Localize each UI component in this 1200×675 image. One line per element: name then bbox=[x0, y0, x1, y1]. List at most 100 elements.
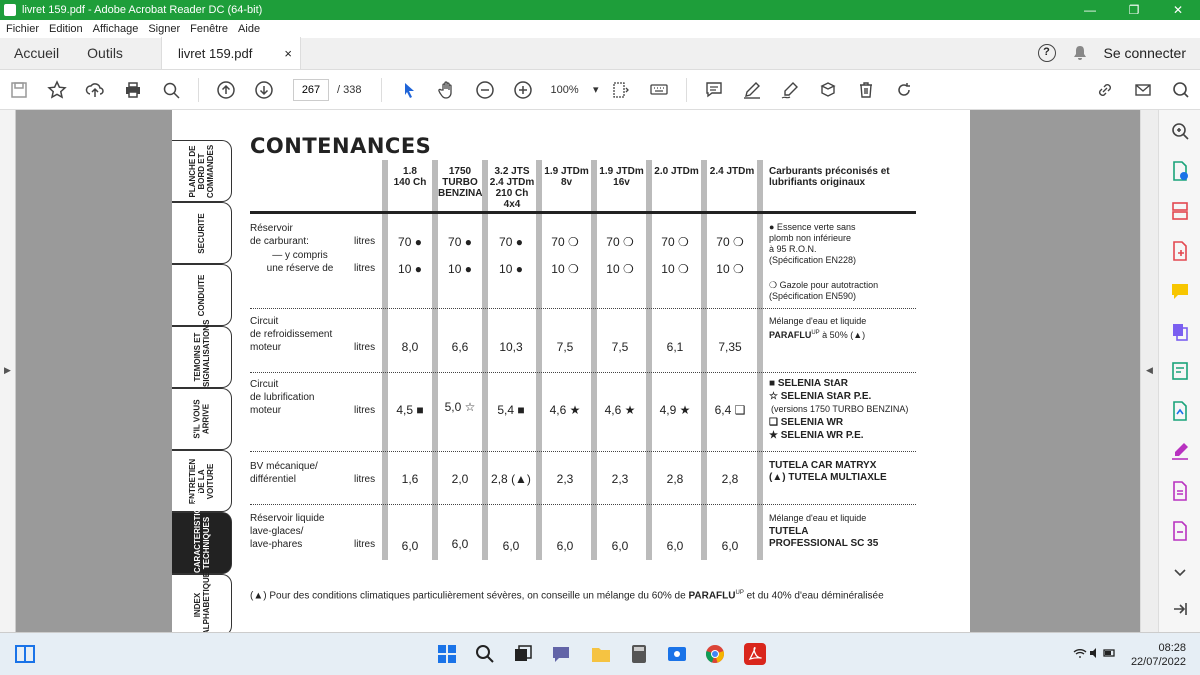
search-user-icon[interactable] bbox=[1162, 70, 1200, 110]
organize-pages-icon[interactable] bbox=[1169, 200, 1191, 222]
zoom-search-icon[interactable] bbox=[1169, 120, 1191, 142]
column-divider bbox=[432, 160, 438, 560]
rotate-icon[interactable] bbox=[885, 70, 923, 110]
close-window-button[interactable]: ✕ bbox=[1156, 0, 1200, 20]
maximize-button[interactable]: ❐ bbox=[1112, 0, 1156, 20]
fill-sign-icon[interactable] bbox=[1169, 400, 1191, 422]
row-separator bbox=[250, 372, 916, 373]
expand-chevron-icon[interactable] bbox=[1169, 562, 1191, 584]
oil-note-selenia-star: ■ SELENIA StAR bbox=[769, 378, 849, 389]
select-cursor-icon[interactable] bbox=[390, 70, 428, 110]
zoom-in-icon[interactable] bbox=[504, 70, 542, 110]
left-panel-toggle[interactable]: ▶ bbox=[0, 110, 16, 632]
oil-note-selenia-star-pe: ☆ SELENIA StAR P.E. bbox=[769, 391, 872, 402]
minimize-button[interactable]: — bbox=[1068, 0, 1112, 20]
zoom-out-icon[interactable] bbox=[466, 70, 504, 110]
link-share-icon[interactable] bbox=[1086, 70, 1124, 110]
menu-affichage[interactable]: Affichage bbox=[93, 23, 139, 35]
help-icon[interactable]: ? bbox=[1037, 44, 1056, 62]
chapter-tab-caracteristiques[interactable]: CARACTERISTIQUES TECHNIQUES bbox=[172, 491, 232, 574]
sign-in-button[interactable]: Se connecter bbox=[1104, 45, 1187, 61]
task-view-icon[interactable] bbox=[14, 643, 36, 665]
coolant-product: PARAFLUUP à 50% (▲) bbox=[769, 330, 866, 340]
menu-fenetre[interactable]: Fenêtre bbox=[190, 23, 228, 35]
unit-litres: litres bbox=[354, 474, 376, 485]
value-cell: 70 ❍ bbox=[716, 235, 744, 249]
taskview-icon[interactable] bbox=[512, 643, 534, 665]
upload-cloud-icon[interactable] bbox=[76, 70, 114, 110]
comment-tool-icon[interactable] bbox=[1169, 280, 1191, 302]
value-cell: 6,1 bbox=[666, 340, 684, 354]
tab-home[interactable]: Accueil bbox=[0, 37, 73, 69]
close-tab-icon[interactable]: × bbox=[284, 46, 292, 61]
teams-chat-icon[interactable] bbox=[550, 643, 572, 665]
photos-icon[interactable] bbox=[666, 643, 688, 665]
stamp-icon[interactable] bbox=[809, 70, 847, 110]
export-pdf-icon[interactable] bbox=[1169, 160, 1191, 182]
sign-pen-icon[interactable] bbox=[771, 70, 809, 110]
bell-icon[interactable] bbox=[1072, 45, 1088, 61]
windows-taskbar: 08:28 22/07/2022 bbox=[0, 632, 1200, 675]
highlight-pen-icon[interactable] bbox=[733, 70, 771, 110]
system-tray[interactable] bbox=[1072, 646, 1116, 663]
collapse-panel-icon[interactable] bbox=[1169, 598, 1191, 620]
keyboard-icon[interactable] bbox=[640, 70, 678, 110]
start-icon[interactable] bbox=[436, 643, 458, 665]
sign-tool-icon[interactable] bbox=[1169, 440, 1191, 462]
calculator-icon[interactable] bbox=[628, 643, 650, 665]
trash-icon[interactable] bbox=[847, 70, 885, 110]
tab-document[interactable]: livret 159.pdf × bbox=[160, 37, 301, 69]
chapter-tab-index[interactable]: INDEX ALPHABETIQUE bbox=[172, 572, 232, 632]
save-icon[interactable] bbox=[0, 70, 38, 110]
menu-fichier[interactable]: Fichier bbox=[6, 23, 39, 35]
star-icon[interactable] bbox=[38, 70, 76, 110]
zoom-level-select[interactable]: 100% ▾ bbox=[542, 79, 602, 101]
menu-aide[interactable]: Aide bbox=[238, 23, 260, 35]
fuel-note-diesel: ❍ Gazole pour autotraction (Spécificatio… bbox=[769, 280, 879, 301]
more-tools-icon[interactable] bbox=[1169, 520, 1191, 542]
gearbox-oil-note: TUTELA CAR MATRYX (▲) TUTELA MULTIAXLE bbox=[769, 460, 887, 483]
fuel-note-petrol: ● Essence verte sans plomb non inférieur… bbox=[769, 222, 857, 265]
acrobat-taskbar-icon[interactable] bbox=[744, 643, 766, 665]
chrome-icon[interactable] bbox=[704, 643, 726, 665]
oil-note-versions: (versions 1750 TURBO BENZINA) bbox=[771, 404, 909, 414]
right-panel-toggle[interactable]: ◀ bbox=[1141, 110, 1159, 632]
chapter-tab-entretien[interactable]: ENTRETIEN DE LA VOITURE bbox=[172, 450, 232, 512]
value-cell: 2,8 bbox=[721, 472, 739, 486]
value-cell: 2,3 bbox=[556, 472, 574, 486]
col-header-1-9-16v: 1.9 JTDm 16v bbox=[599, 166, 644, 188]
protect-icon[interactable] bbox=[1169, 480, 1191, 502]
combine-files-icon[interactable] bbox=[1169, 320, 1191, 342]
print-icon[interactable] bbox=[114, 70, 152, 110]
page-number-input[interactable]: 267 bbox=[293, 78, 329, 101]
menu-edition[interactable]: Edition bbox=[49, 23, 83, 35]
system-clock[interactable]: 08:28 22/07/2022 bbox=[1131, 641, 1186, 669]
tab-tools[interactable]: Outils bbox=[73, 37, 137, 69]
search-zoom-icon[interactable] bbox=[152, 70, 190, 110]
chapter-tab-planche[interactable]: PLANCHE DE BORD ET COMMANDES bbox=[172, 140, 232, 202]
comment-icon[interactable] bbox=[695, 70, 733, 110]
create-pdf-icon[interactable] bbox=[1169, 240, 1191, 262]
right-tools-panel: ◀ bbox=[1140, 110, 1200, 632]
search-icon[interactable] bbox=[474, 643, 496, 665]
chevron-down-icon: ▾ bbox=[592, 83, 599, 96]
hand-tool-icon[interactable] bbox=[428, 70, 466, 110]
column-divider bbox=[482, 160, 488, 560]
row-label-gearbox: BV mécanique/ différentiel bbox=[250, 461, 318, 485]
prev-page-icon[interactable] bbox=[207, 70, 245, 110]
value-cell: 4,9 ★ bbox=[659, 403, 691, 417]
page-fit-icon[interactable] bbox=[602, 70, 640, 110]
mail-icon[interactable] bbox=[1124, 70, 1162, 110]
edit-pdf-icon[interactable] bbox=[1169, 360, 1191, 382]
unit-litres: litres bbox=[354, 539, 376, 550]
menu-signer[interactable]: Signer bbox=[148, 23, 180, 35]
chapter-tab-conduite[interactable]: CONDUITE bbox=[172, 264, 232, 326]
value-cell: 7,5 bbox=[611, 340, 629, 354]
file-explorer-icon[interactable] bbox=[590, 643, 612, 665]
row-separator bbox=[250, 504, 916, 505]
chapter-tab-sil-vous-arrive[interactable]: S'IL VOUS ARRIVE bbox=[172, 388, 232, 450]
chapter-tab-temoins[interactable]: TEMOINS ET SIGNALISATIONS bbox=[172, 320, 232, 388]
chapter-tab-securite[interactable]: SECURITE bbox=[172, 202, 232, 264]
zoom-value: 100% bbox=[550, 83, 579, 96]
next-page-icon[interactable] bbox=[245, 70, 283, 110]
